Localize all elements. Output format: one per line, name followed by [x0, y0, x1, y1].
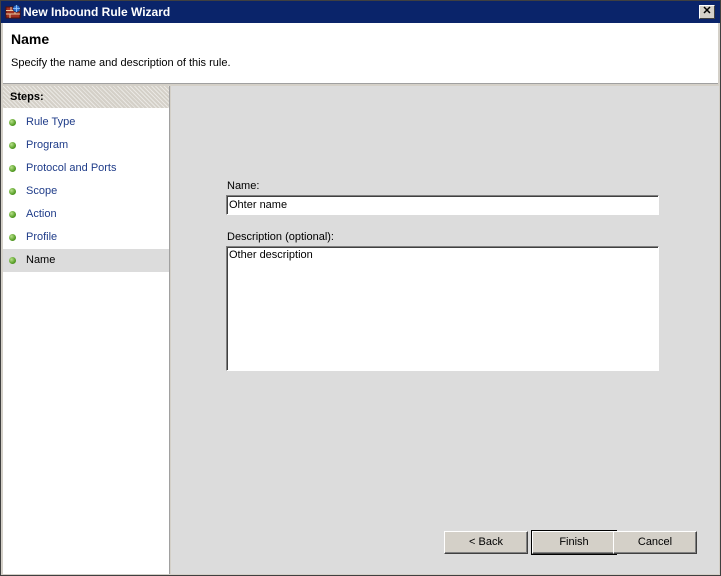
step-name[interactable]: Name	[3, 249, 169, 272]
step-label: Profile	[26, 231, 58, 243]
cancel-button[interactable]: Cancel	[613, 531, 697, 554]
step-bullet-icon	[9, 119, 16, 126]
wizard-header: Name Specify the name and description of…	[3, 23, 718, 84]
description-label: Description (optional):	[227, 231, 334, 243]
step-program[interactable]: Program	[3, 134, 169, 157]
step-label: Protocol and Ports	[26, 162, 117, 174]
step-bullet-icon	[9, 165, 16, 172]
step-profile[interactable]: Profile	[3, 226, 169, 249]
step-rule-type[interactable]: Rule Type	[3, 111, 169, 134]
steps-heading: Steps:	[3, 86, 169, 108]
steps-list: Rule Type Program Protocol and Ports Sco…	[3, 108, 169, 272]
wizard-window: New Inbound Rule Wizard ✕ Name Specify t…	[0, 0, 721, 576]
step-protocol-and-ports[interactable]: Protocol and Ports	[3, 157, 169, 180]
back-button[interactable]: < Back	[444, 531, 528, 554]
content-panel: Name: Description (optional): Other desc…	[171, 86, 719, 574]
step-label: Program	[26, 139, 69, 151]
step-bullet-icon	[9, 142, 16, 149]
firewall-icon	[5, 4, 21, 20]
description-field[interactable]: Other description	[226, 246, 659, 371]
page-title: Name	[11, 31, 50, 47]
name-field[interactable]	[226, 195, 659, 215]
name-label: Name:	[227, 180, 260, 192]
step-bullet-icon	[9, 188, 16, 195]
step-bullet-icon	[9, 234, 16, 241]
step-scope[interactable]: Scope	[3, 180, 169, 203]
steps-panel: Steps: Rule Type Program Protocol and Po…	[3, 86, 170, 574]
close-icon: ✕	[702, 5, 712, 17]
step-label: Rule Type	[26, 116, 76, 128]
page-subtitle: Specify the name and description of this…	[11, 57, 231, 69]
step-label: Name	[26, 254, 56, 266]
step-label: Action	[26, 208, 57, 220]
close-button[interactable]: ✕	[699, 5, 715, 19]
title-bar[interactable]: New Inbound Rule Wizard ✕	[1, 1, 720, 23]
finish-button[interactable]: Finish	[531, 530, 617, 555]
step-bullet-icon	[9, 211, 16, 218]
step-action[interactable]: Action	[3, 203, 169, 226]
step-label: Scope	[26, 185, 58, 197]
step-bullet-icon	[9, 257, 16, 264]
window-title: New Inbound Rule Wizard	[23, 5, 171, 19]
